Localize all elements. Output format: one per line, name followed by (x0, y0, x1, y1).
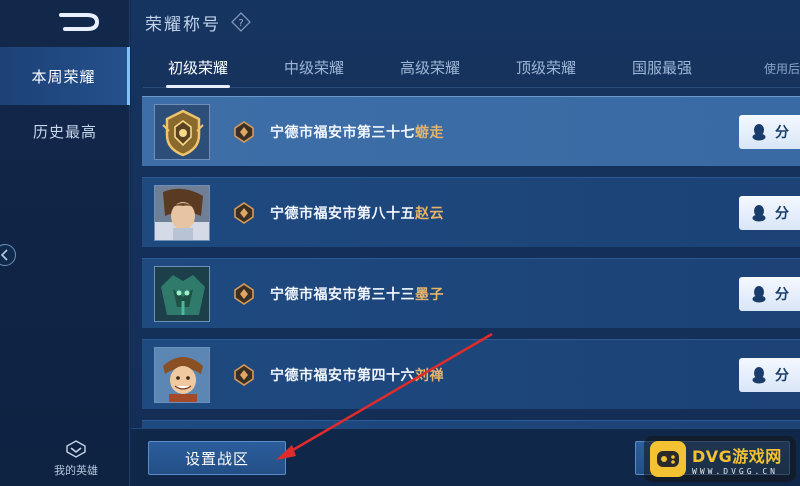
tab-label: 国服最强 (631, 58, 692, 77)
title-region: 宁德市福安市第四十六 (270, 368, 415, 384)
tab-top-glory[interactable]: 顶级荣耀 (496, 48, 596, 86)
share-label: 分 (775, 368, 789, 384)
hero-avatar (154, 185, 210, 241)
hero-avatar (154, 347, 210, 403)
tab-label: 顶级荣耀 (515, 58, 576, 77)
title-text: 宁德市福安市第三十三 墨子 (270, 259, 444, 329)
watermark-url: WWW.DVGG.CN (692, 466, 778, 476)
tab-label: 初级荣耀 (167, 58, 228, 77)
share-button[interactable]: 分 (739, 358, 800, 392)
gamepad-icon (650, 441, 686, 477)
share-button[interactable]: 分 (739, 196, 800, 230)
list-item[interactable]: 宁德市福安市第四十六 刘禅 分 (142, 339, 800, 409)
hero-liushan-portrait-icon (155, 348, 209, 402)
tab-intermediate-glory[interactable]: 中级荣耀 (264, 48, 364, 86)
gold-rank-badge-icon (155, 105, 209, 159)
set-battle-zone-label: 设置战区 (184, 449, 249, 468)
sidebar-item-label: 历史最高 (32, 122, 97, 141)
chevron-left-icon (0, 249, 8, 261)
title-text: 宁德市福安市第三十七 蝣走 (270, 97, 444, 167)
hero-name: 墨子 (415, 287, 444, 303)
title-text: 宁德市福安市第八十五 赵云 (270, 178, 444, 248)
hero-emblem-icon (66, 440, 86, 458)
qq-penguin-icon (752, 286, 766, 303)
glory-medal-icon (234, 121, 254, 143)
tab-bar: 初级荣耀 中级荣耀 高级荣耀 顶级荣耀 国服最强 使用后 (143, 48, 800, 88)
share-label: 分 (775, 206, 789, 222)
back-arrow-icon (59, 11, 100, 31)
qq-penguin-icon (752, 205, 766, 222)
my-heroes-button[interactable]: 我的英雄 (38, 440, 114, 482)
page-title: 荣耀称号 (145, 14, 221, 35)
list-item-partial (142, 420, 800, 428)
sidebar-item-label: 本周荣耀 (31, 67, 96, 86)
title-text: 宁德市福安市第四十六 刘禅 (270, 340, 444, 410)
sidebar-item-history-best[interactable]: 历史最高 (0, 102, 130, 160)
help-button[interactable]: ? (231, 12, 251, 32)
tab-senior-glory[interactable]: 高级荣耀 (380, 48, 480, 86)
qq-penguin-icon (752, 124, 766, 141)
collapse-handle[interactable] (0, 244, 16, 266)
title-region: 宁德市福安市第八十五 (270, 206, 415, 222)
glory-medal-icon (234, 202, 254, 224)
share-label: 分 (775, 287, 789, 303)
qq-penguin-icon (752, 367, 766, 384)
glory-medal-icon (234, 283, 254, 305)
title-region: 宁德市福安市第三十七 (270, 125, 415, 141)
hero-mozi-portrait-icon (155, 267, 209, 321)
title-region: 宁德市福安市第三十三 (270, 287, 415, 303)
svg-text:?: ? (238, 18, 243, 29)
tab-national-strongest[interactable]: 国服最强 (612, 48, 712, 86)
header: 荣耀称号 ? (145, 8, 251, 36)
question-mark-icon: ? (231, 12, 251, 32)
glory-medal-icon (234, 364, 254, 386)
share-button[interactable]: 分 (739, 115, 800, 149)
share-button[interactable]: 分 (739, 277, 800, 311)
list-item[interactable]: 宁德市福安市第八十五 赵云 分 (142, 177, 800, 247)
hero-zhaoyun-portrait-icon (155, 186, 209, 240)
sidebar-item-weekly-glory[interactable]: 本周荣耀 (0, 47, 130, 105)
hero-avatar (154, 266, 210, 322)
hero-name: 赵云 (415, 206, 444, 222)
main-panel: 荣耀称号 ? 初级荣耀 中级荣耀 高级荣耀 顶级荣耀 国服最强 使用后 宁德市福… (131, 0, 800, 486)
usage-note: 使用后 (763, 62, 800, 76)
my-heroes-label: 我的英雄 (54, 464, 98, 477)
share-label: 分 (775, 125, 789, 141)
list-item[interactable]: 宁德市福安市第三十七 蝣走 分 (142, 96, 800, 166)
watermark-logo: DVG游戏网 WWW.DVGG.CN (644, 436, 796, 482)
hero-name: 刘禅 (415, 368, 444, 384)
watermark-brand: DVG游戏网 (692, 446, 782, 466)
rank-badge-avatar (154, 104, 210, 160)
tab-junior-glory[interactable]: 初级荣耀 (148, 48, 248, 88)
back-button[interactable] (52, 8, 108, 36)
tab-label: 高级荣耀 (399, 58, 460, 77)
tab-label: 中级荣耀 (283, 58, 344, 77)
sidebar: 本周荣耀 历史最高 我的英雄 (0, 0, 130, 486)
list-item[interactable]: 宁德市福安市第三十三 墨子 分 (142, 258, 800, 328)
set-battle-zone-button[interactable]: 设置战区 (148, 441, 286, 475)
hero-name: 蝣走 (415, 125, 444, 141)
